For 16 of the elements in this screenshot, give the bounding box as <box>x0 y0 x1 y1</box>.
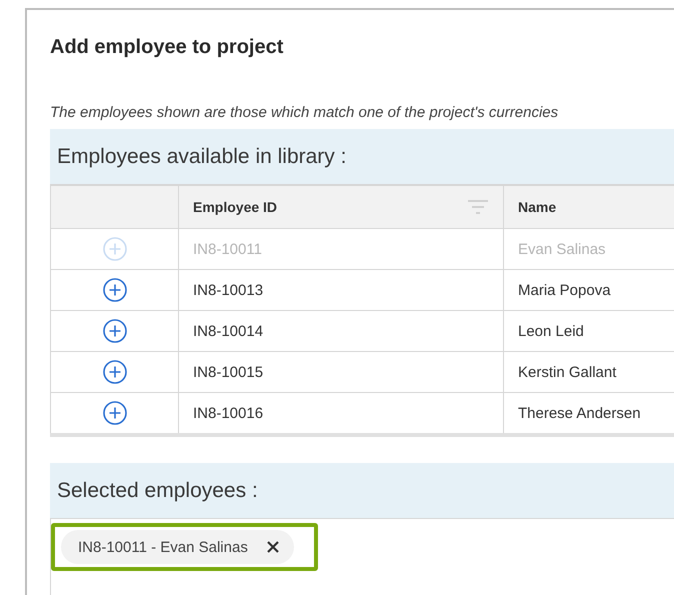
column-header[interactable]: Employee ID <box>193 199 278 215</box>
column-header[interactable]: Name <box>504 186 674 228</box>
section-header: Employees available in library : <box>50 129 674 185</box>
table-cell: IN8-10013 <box>178 270 504 310</box>
table-cell: IN8-10014 <box>178 310 504 352</box>
add-icon[interactable] <box>102 401 126 425</box>
dialog-title: Add employee to project <box>50 36 284 59</box>
add-icon[interactable] <box>102 360 126 384</box>
add-icon[interactable] <box>102 319 126 343</box>
chip-label: IN8-10011 - Evan Salinas <box>78 538 248 556</box>
table-cell: IN8-10015 <box>178 352 504 392</box>
section-header: Selected employees : <box>50 463 674 518</box>
info-note: The employees shown are those which match one of the project's currencies <box>50 104 560 121</box>
add-icon[interactable] <box>102 278 126 302</box>
close-icon[interactable] <box>266 540 280 554</box>
table-cell: IN8-10011 <box>178 228 504 270</box>
